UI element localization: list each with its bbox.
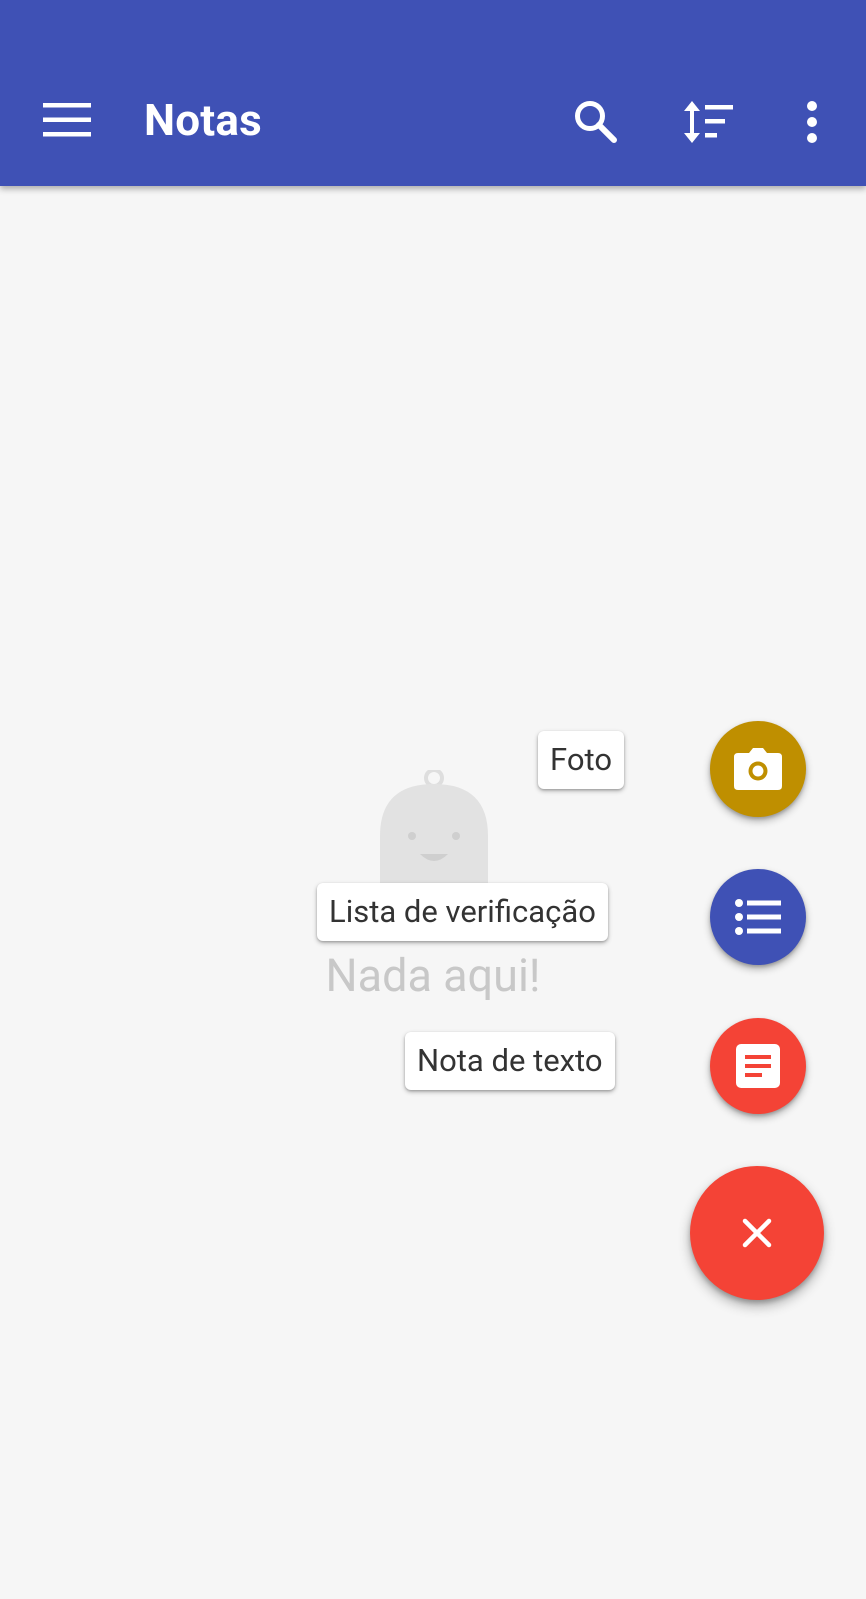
fab-label-checklist[interactable]: Lista de verificação <box>317 883 608 941</box>
sort-icon <box>684 101 733 143</box>
checklist-fab-button[interactable] <box>710 869 806 965</box>
app-bar: Notas <box>0 0 866 186</box>
text-note-fab-button[interactable] <box>710 1018 806 1114</box>
close-icon <box>742 1218 772 1248</box>
search-icon <box>575 101 617 143</box>
more-options-button[interactable] <box>782 92 842 152</box>
sort-button[interactable] <box>680 92 740 152</box>
close-fab-button[interactable] <box>690 1166 824 1300</box>
more-vertical-icon <box>807 101 817 143</box>
fab-label-foto[interactable]: Foto <box>538 731 625 789</box>
hamburger-menu-icon <box>43 103 91 137</box>
camera-icon <box>734 748 782 790</box>
text-note-icon <box>736 1044 780 1088</box>
menu-button[interactable] <box>40 95 94 145</box>
search-button[interactable] <box>566 92 626 152</box>
checklist-icon <box>735 899 781 935</box>
fab-label-text-note[interactable]: Nota de texto <box>405 1032 615 1090</box>
page-title: Notas <box>144 94 262 146</box>
photo-fab-button[interactable] <box>710 721 806 817</box>
